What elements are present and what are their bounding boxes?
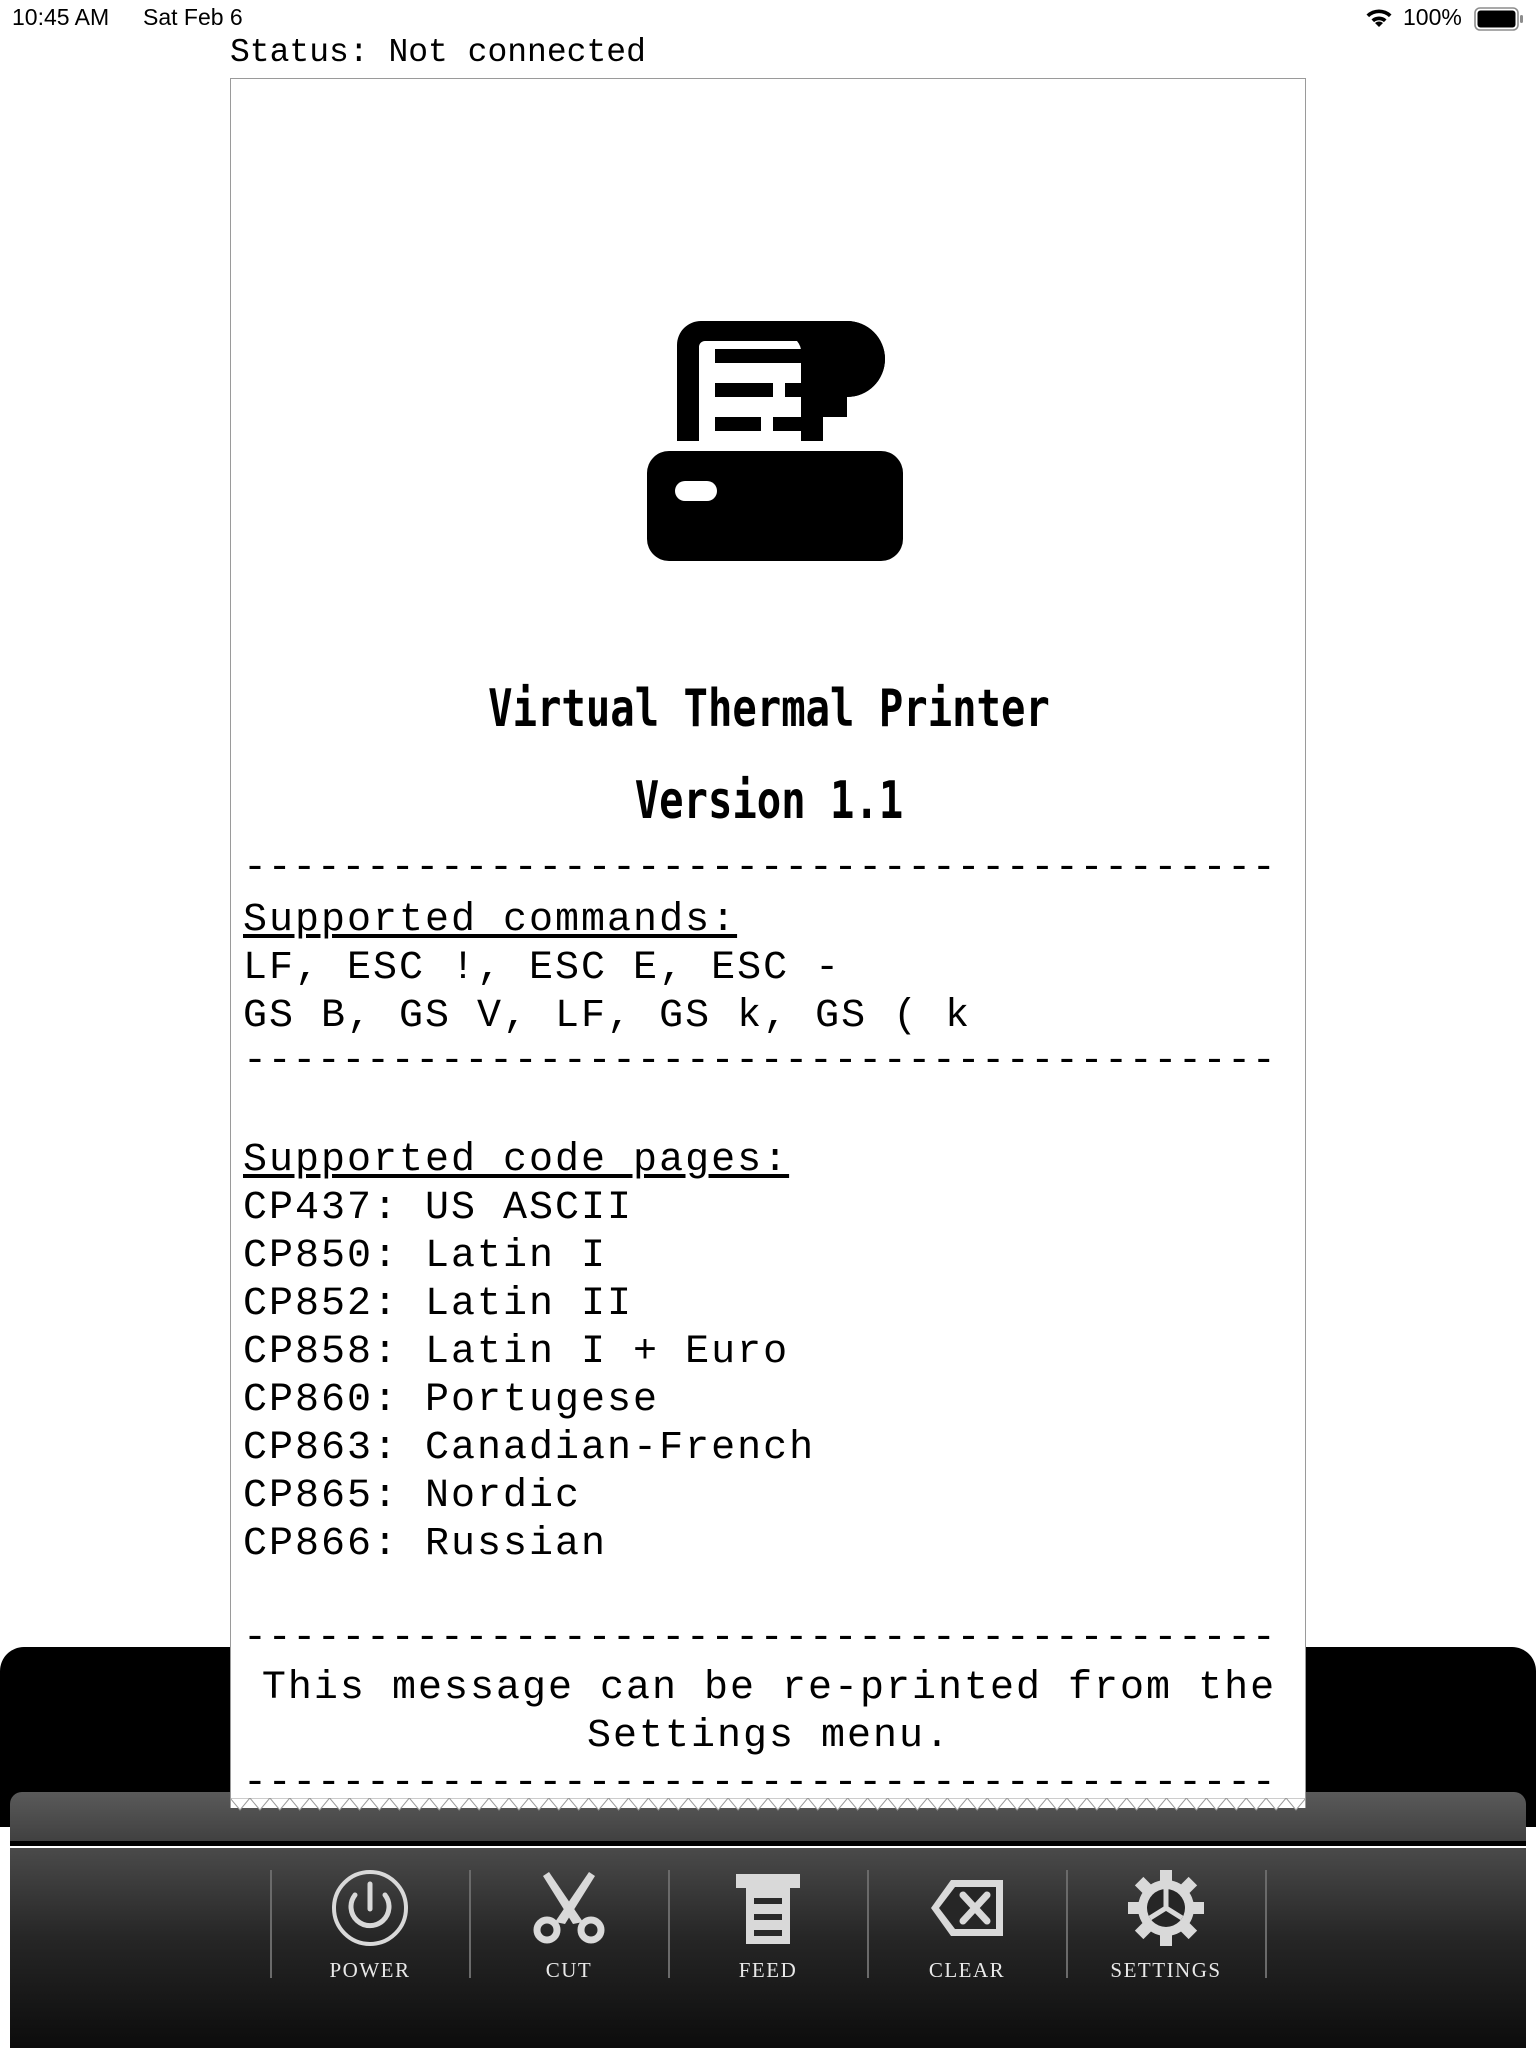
battery-full-icon xyxy=(1474,7,1523,31)
settings-button[interactable]: SETTINGS xyxy=(1068,1862,1264,1992)
power-button-label: POWER xyxy=(329,1958,411,1982)
wifi-icon xyxy=(1366,9,1392,27)
connection-status-value: Not connected xyxy=(388,34,646,71)
feed-button-label: FEED xyxy=(738,1958,798,1982)
code-page-item: CP860: Portugese xyxy=(243,1378,660,1423)
power-button[interactable]: POWER xyxy=(272,1862,468,1992)
paper-slot-line xyxy=(10,1841,1526,1846)
gear-icon xyxy=(1128,1870,1204,1946)
settings-button-label: SETTINGS xyxy=(1110,1958,1222,1982)
receipt-printer-icon xyxy=(647,321,903,561)
commands-line: GS B, GS V, LF, GS k, GS ( k xyxy=(243,994,972,1039)
battery-percent: 100% xyxy=(1403,4,1462,30)
reprint-note-line: This message can be re-printed from the xyxy=(261,1666,1277,1711)
scissors-icon xyxy=(533,1872,605,1944)
clear-button[interactable]: CLEAR xyxy=(869,1862,1065,1992)
receipt-version: Version 1.1 xyxy=(634,771,904,831)
toolbar-separator xyxy=(1265,1870,1267,1978)
status-date: Sat Feb 6 xyxy=(143,4,243,30)
code-page-item: CP852: Latin II xyxy=(243,1282,634,1327)
code-page-item: CP437: US ASCII xyxy=(243,1186,634,1231)
code-page-item: CP858: Latin I + Euro xyxy=(243,1330,790,1375)
paper-feed-icon xyxy=(736,1874,800,1944)
code-page-item: CP866: Russian xyxy=(243,1522,608,1567)
reprint-note-line: Settings menu. xyxy=(586,1714,952,1759)
connection-status-label: Status: xyxy=(230,34,369,71)
divider: ----------------------------------------… xyxy=(243,1624,1277,1654)
status-time: 10:45 AM xyxy=(12,4,110,30)
receipt-paper[interactable]: Virtual Thermal Printer Version 1.1 ----… xyxy=(230,78,1306,1808)
feed-button[interactable]: FEED xyxy=(670,1862,866,1992)
connection-status: Status: Not connected xyxy=(230,34,646,71)
paper-tear-edge xyxy=(230,1798,1306,1811)
power-icon xyxy=(332,1870,408,1946)
code-page-item: CP865: Nordic xyxy=(243,1474,582,1519)
commands-heading: Supported commands: xyxy=(243,898,738,943)
clear-button-label: CLEAR xyxy=(928,1958,1006,1982)
receipt-title: Virtual Thermal Printer xyxy=(488,679,1050,739)
code-page-item: CP863: Canadian-French xyxy=(243,1426,816,1471)
cut-button-label: CUT xyxy=(545,1958,593,1982)
divider: ----------------------------------------… xyxy=(243,854,1277,884)
commands-line: LF, ESC !, ESC E, ESC - xyxy=(243,946,842,991)
code-page-item: CP850: Latin I xyxy=(243,1234,608,1279)
divider: ----------------------------------------… xyxy=(243,1047,1277,1077)
cut-button[interactable]: CUT xyxy=(471,1862,667,1992)
divider: ----------------------------------------… xyxy=(243,1769,1277,1799)
code-pages-heading: Supported code pages: xyxy=(243,1138,790,1183)
clear-icon xyxy=(931,1880,1003,1936)
